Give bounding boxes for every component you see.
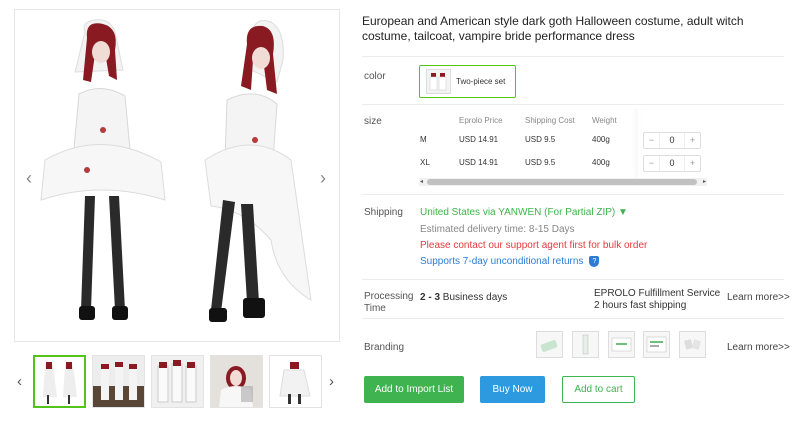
scrollbar-thumb[interactable]: [427, 179, 697, 185]
branding-option-4[interactable]: [643, 331, 670, 358]
horizontal-scrollbar[interactable]: ◂ ▸: [419, 178, 707, 186]
size-label: size: [364, 116, 382, 127]
shield-icon: ?: [589, 256, 600, 267]
branding-label: Branding: [364, 342, 405, 353]
add-to-cart-button[interactable]: Add to cart: [562, 376, 635, 403]
thumbnail-image: [93, 356, 144, 407]
returns-policy-text: Supports 7-day unconditional returns: [420, 256, 584, 268]
quantity-value[interactable]: 0: [659, 156, 685, 171]
processing-days: 2 - 3 Business days: [420, 292, 507, 303]
thumbnail-image: [35, 357, 84, 406]
price-cell: USD 14.91: [459, 135, 499, 144]
divider: [362, 104, 784, 105]
delivery-time: Estimated delivery time: 8-15 Days: [420, 224, 575, 235]
thumbnail-2[interactable]: [92, 355, 145, 408]
weight-cell: 400g: [592, 135, 610, 144]
header-weight: Weight: [592, 116, 617, 125]
scroll-right-icon[interactable]: ▸: [703, 178, 706, 186]
branding-option-5[interactable]: [679, 331, 706, 358]
increment-button[interactable]: +: [685, 156, 700, 171]
thumbs-prev-arrow[interactable]: ‹: [17, 373, 22, 390]
processing-days-value: 2 - 3: [420, 292, 441, 303]
color-label: color: [364, 71, 386, 82]
product-title: European and American style dark goth Ha…: [362, 14, 744, 43]
product-photo: [15, 10, 339, 341]
service-detail: 2 hours fast shipping: [594, 300, 687, 311]
processing-label: Processing Time: [364, 291, 413, 315]
bulk-order-notice: Please contact our support agent first f…: [420, 240, 648, 251]
quantity-stepper-m: − 0 +: [643, 132, 701, 149]
divider: [362, 194, 784, 195]
thumbs-next-arrow[interactable]: ›: [329, 373, 334, 390]
learn-more-link[interactable]: Learn more>>: [727, 292, 790, 303]
quantity-value[interactable]: 0: [659, 133, 685, 148]
weight-cell: 400g: [592, 158, 610, 167]
service-name: EPROLO Fulfillment Service: [594, 288, 721, 299]
decrement-button[interactable]: −: [644, 133, 659, 148]
shipping-label: Shipping: [364, 207, 403, 218]
size-cell: M: [420, 135, 427, 144]
divider: [362, 56, 784, 57]
gallery-next-arrow[interactable]: ›: [316, 168, 330, 188]
sticky-column-shadow: [638, 108, 640, 178]
size-cell: XL: [420, 158, 430, 167]
gallery-prev-arrow[interactable]: ‹: [22, 168, 36, 188]
size-table: Eprolo Price Shipping Cost Weight M USD …: [419, 108, 707, 190]
shipping-cell: USD 9.5: [525, 135, 556, 144]
divider: [362, 279, 784, 280]
main-product-image[interactable]: [14, 9, 340, 342]
thumbnail-1[interactable]: [33, 355, 86, 408]
thumbnail-image: [211, 356, 262, 407]
scroll-left-icon[interactable]: ◂: [420, 178, 423, 186]
thumbnail-3[interactable]: [151, 355, 204, 408]
header-eprolo-price: Eprolo Price: [459, 116, 503, 125]
thumbnail-image: [152, 356, 203, 407]
processing-label-line1: Processing: [364, 291, 414, 302]
price-cell: USD 14.91: [459, 158, 499, 167]
divider: [362, 318, 784, 319]
thumbnail-5[interactable]: [269, 355, 322, 408]
processing-label-line2: Time: [364, 303, 386, 314]
buy-now-button[interactable]: Buy Now: [480, 376, 545, 403]
color-option-thumbnail: [426, 69, 451, 94]
shipping-method-select[interactable]: United States via YANWEN (For Partial ZI…: [420, 207, 628, 218]
header-shipping-cost: Shipping Cost: [525, 116, 575, 125]
fulfillment-service: EPROLO Fulfillment Service 2 hours fast …: [594, 288, 720, 312]
branding-option-2[interactable]: [572, 331, 599, 358]
add-to-import-list-button[interactable]: Add to Import List: [364, 376, 464, 403]
chevron-left-icon: ‹: [26, 168, 32, 188]
thumbnail-strip: ‹ ›: [14, 355, 340, 410]
quantity-stepper-xl: − 0 +: [643, 155, 701, 172]
branding-option-1[interactable]: [536, 331, 563, 358]
returns-policy[interactable]: Supports 7-day unconditional returns?: [420, 256, 600, 268]
decrement-button[interactable]: −: [644, 156, 659, 171]
branding-option-3[interactable]: [608, 331, 635, 358]
processing-days-unit: Business days: [440, 292, 508, 303]
thumbnail-4[interactable]: [210, 355, 263, 408]
shipping-cell: USD 9.5: [525, 158, 556, 167]
color-option-label: Two-piece set: [456, 77, 506, 86]
increment-button[interactable]: +: [685, 133, 700, 148]
color-option-two-piece-set[interactable]: Two-piece set: [419, 65, 516, 98]
branding-learn-more-link[interactable]: Learn more>>: [727, 342, 790, 353]
thumbnail-image: [270, 356, 321, 407]
chevron-right-icon: ›: [320, 168, 326, 188]
